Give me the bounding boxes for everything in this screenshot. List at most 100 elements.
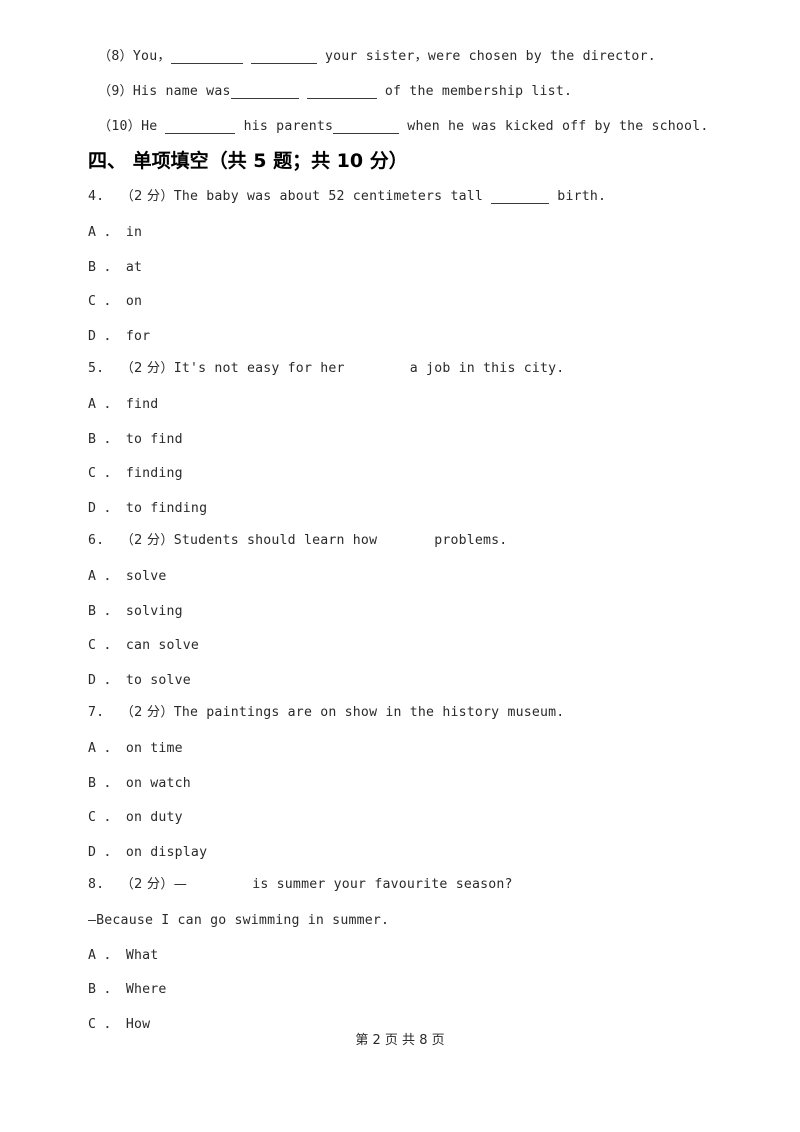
question-7-option-c[interactable]: C ． on duty bbox=[88, 811, 183, 824]
option-letter: B ． bbox=[88, 982, 118, 997]
option-text: How bbox=[125, 1017, 151, 1032]
option-text: finding bbox=[125, 466, 183, 481]
question-6-number: 6. bbox=[88, 533, 105, 548]
option-letter: D ． bbox=[88, 329, 118, 344]
option-letter: C ． bbox=[88, 810, 118, 825]
question-7-option-d[interactable]: D ． on display bbox=[88, 846, 207, 859]
option-letter: A ． bbox=[88, 397, 118, 412]
line-8-blank-1 bbox=[170, 50, 243, 65]
question-6-stem-before: Students should learn how bbox=[173, 533, 378, 548]
option-letter: D ． bbox=[88, 501, 118, 516]
question-8-option-c[interactable]: C ． How bbox=[88, 1018, 150, 1031]
option-text: solve bbox=[125, 569, 167, 584]
option-letter: A ． bbox=[88, 225, 118, 240]
question-8-number: 8. bbox=[88, 877, 105, 892]
question-7-stem: 7. （2 分）The paintings are on show in the… bbox=[88, 706, 564, 719]
option-letter: A ． bbox=[88, 741, 118, 756]
question-6-option-d[interactable]: D ． to solve bbox=[88, 674, 191, 687]
question-6-option-a[interactable]: A ． solve bbox=[88, 570, 167, 583]
option-text: Where bbox=[125, 982, 167, 997]
line-8-blank-2 bbox=[250, 50, 317, 65]
question-7-option-b[interactable]: B ． on watch bbox=[88, 777, 191, 790]
question-4-option-c[interactable]: C ． on bbox=[88, 295, 142, 308]
option-letter: A ． bbox=[88, 569, 118, 584]
line-10-pre-text: He bbox=[141, 119, 166, 134]
question-4-option-b[interactable]: B ． at bbox=[88, 261, 142, 274]
option-letter: C ． bbox=[88, 638, 118, 653]
question-4-stem-before: The baby was about 52 centimeters tall bbox=[173, 189, 492, 204]
option-text: can solve bbox=[125, 638, 200, 653]
question-7-option-a[interactable]: A ． on time bbox=[88, 742, 183, 755]
question-6-option-c[interactable]: C ． can solve bbox=[88, 639, 199, 652]
question-6-stem: 6. （2 分）Students should learn how proble… bbox=[88, 534, 507, 547]
question-6-option-b[interactable]: B ． solving bbox=[88, 605, 183, 618]
question-8-stem-after: is summer your favourite season? bbox=[187, 877, 513, 892]
line-8-pre-text: You， bbox=[132, 49, 171, 64]
option-letter: D ． bbox=[88, 845, 118, 860]
option-text: on display bbox=[125, 845, 208, 860]
option-text: for bbox=[125, 329, 151, 344]
question-5-stem-before: It's not easy for her bbox=[173, 361, 345, 376]
question-6-points: （2 分） bbox=[120, 533, 174, 548]
question-5-points: （2 分） bbox=[120, 361, 174, 376]
option-text: to finding bbox=[125, 501, 208, 516]
option-letter: B ． bbox=[88, 260, 118, 275]
document-page: （8）You， your sister，were chosen by the d… bbox=[0, 0, 800, 1132]
question-4-stem-after: birth. bbox=[549, 189, 607, 204]
line-9-blank-1 bbox=[230, 85, 299, 100]
option-text: on bbox=[125, 294, 143, 309]
question-5-option-b[interactable]: B ． to find bbox=[88, 433, 183, 446]
question-7-points: （2 分） bbox=[120, 705, 174, 720]
option-text: on time bbox=[125, 741, 183, 756]
question-4-points: （2 分） bbox=[120, 189, 174, 204]
question-4-number: 4. bbox=[88, 189, 105, 204]
line-9-pre-text: His name was bbox=[132, 84, 231, 99]
question-8-points: （2 分） bbox=[120, 877, 174, 892]
option-text: in bbox=[125, 225, 143, 240]
option-text: to find bbox=[125, 432, 183, 447]
option-text: find bbox=[125, 397, 159, 412]
option-text: to solve bbox=[125, 673, 191, 688]
question-4-option-a[interactable]: A ． in bbox=[88, 226, 142, 239]
question-5-stem-after: a job in this city. bbox=[344, 361, 565, 376]
option-letter: B ． bbox=[88, 432, 118, 447]
fill-blank-line-9: （9）His name was of the membership list. bbox=[88, 84, 573, 100]
question-8-option-a[interactable]: A ． What bbox=[88, 949, 158, 962]
option-text: solving bbox=[125, 604, 183, 619]
question-4-option-d[interactable]: D ． for bbox=[88, 330, 150, 343]
option-letter: C ． bbox=[88, 294, 118, 309]
question-5-option-a[interactable]: A ． find bbox=[88, 398, 158, 411]
line-9-post-text: of the membership list. bbox=[376, 84, 573, 99]
section-heading: 四、 单项填空（共 5 题；共 10 分） bbox=[88, 152, 408, 171]
question-7-stem-before: The paintings are on show in the history… bbox=[173, 705, 565, 720]
option-letter: C ． bbox=[88, 1017, 118, 1032]
page-footer: 第 2 页 共 8 页 bbox=[0, 1034, 800, 1047]
question-4-stem: 4. （2 分）The baby was about 52 centimeter… bbox=[88, 189, 607, 205]
page-footer-text: 第 2 页 共 8 页 bbox=[355, 1033, 445, 1048]
question-8-dash: — bbox=[173, 877, 188, 892]
question-6-stem-after: problems. bbox=[377, 533, 508, 548]
option-letter: A ． bbox=[88, 948, 118, 963]
line-10-post-text: when he was kicked off by the school. bbox=[399, 119, 709, 134]
question-5-number: 5. bbox=[88, 361, 105, 376]
option-letter: C ． bbox=[88, 466, 118, 481]
option-letter: B ． bbox=[88, 776, 118, 791]
question-8-option-b[interactable]: B ． Where bbox=[88, 983, 167, 996]
option-text: on watch bbox=[125, 776, 191, 791]
fill-blank-line-10: （10）He his parents when he was kicked of… bbox=[88, 119, 709, 135]
option-text: What bbox=[125, 948, 159, 963]
question-8-continuation: —Because I can go swimming in summer. bbox=[88, 914, 389, 927]
line-10-number: （10） bbox=[98, 119, 142, 134]
question-5-stem: 5. （2 分）It's not easy for her a job in t… bbox=[88, 362, 564, 375]
question-5-option-d[interactable]: D ． to finding bbox=[88, 502, 207, 515]
question-4-blank bbox=[491, 190, 550, 205]
line-8-post-text: your sister，were chosen by the director. bbox=[316, 49, 656, 64]
line-9-mid-text bbox=[299, 84, 307, 99]
line-8-mid-text bbox=[243, 49, 251, 64]
line-10-mid-text: his parents bbox=[235, 119, 334, 134]
question-5-option-c[interactable]: C ． finding bbox=[88, 467, 183, 480]
question-8-answer-line: —Because I can go swimming in summer. bbox=[88, 913, 390, 928]
fill-blank-line-8: （8）You， your sister，were chosen by the d… bbox=[88, 49, 656, 65]
line-9-number: （9） bbox=[98, 84, 133, 99]
option-letter: B ． bbox=[88, 604, 118, 619]
